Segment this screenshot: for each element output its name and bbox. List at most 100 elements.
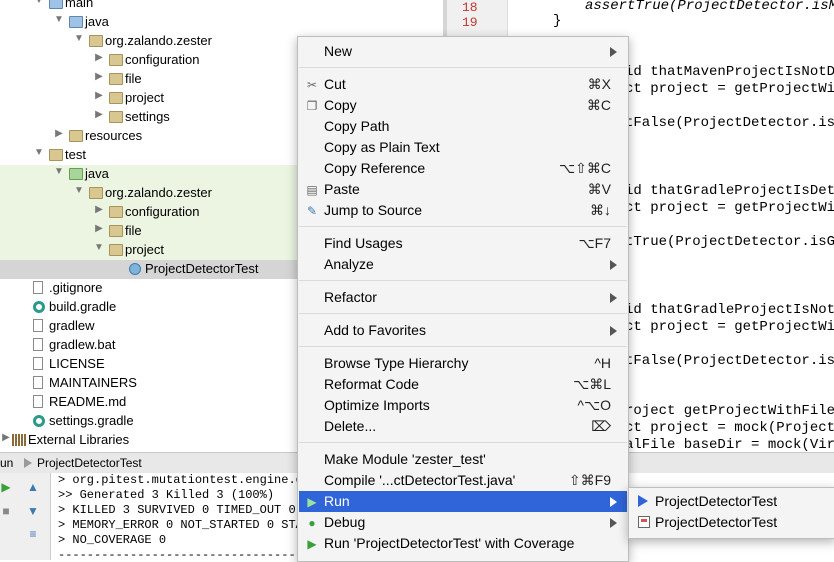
collapsed-arrow-icon[interactable]: ▶ bbox=[93, 204, 105, 215]
menu-item-run[interactable]: ▶ Run bbox=[299, 491, 627, 512]
menu-item-find-usages[interactable]: Find Usages ⌥F7 bbox=[299, 233, 627, 254]
menu-item-label: Optimize Imports bbox=[324, 397, 430, 413]
run-icon: ▶ bbox=[307, 495, 317, 509]
run-submenu-item[interactable]: ProjectDetectorTest bbox=[630, 512, 834, 533]
console-line: > MEMORY_ERROR 0 NOT_STARTED 0 STA bbox=[58, 518, 303, 532]
code-line: roject getProjectWithFileI bbox=[625, 403, 834, 419]
menu-item-new[interactable]: New bbox=[299, 41, 627, 62]
paste-icon: ▤ bbox=[306, 183, 318, 197]
source-folder-icon bbox=[49, 0, 63, 9]
rerun-icon[interactable]: ▶ bbox=[0, 481, 12, 493]
menu-item-label: Reformat Code bbox=[324, 376, 419, 392]
menu-item-shortcut: ⌘V bbox=[587, 181, 611, 197]
up-arrow-icon[interactable]: ▲ bbox=[27, 481, 39, 493]
menu-item-copy-path[interactable]: Copy Path bbox=[299, 116, 627, 137]
menu-item-refactor[interactable]: Refactor bbox=[299, 287, 627, 308]
package-folder-icon bbox=[89, 187, 103, 199]
menu-item-analyze[interactable]: Analyze bbox=[299, 254, 627, 275]
menu-item-reformat-code[interactable]: Reformat Code ⌥⌘L bbox=[299, 374, 627, 395]
menu-item-label: Copy bbox=[324, 97, 357, 113]
debug-icon: ● bbox=[308, 516, 316, 530]
collapsed-arrow-icon[interactable]: ▶ bbox=[93, 90, 105, 101]
tree-row[interactable]: ▼ main bbox=[0, 0, 443, 13]
menu-item-label: Refactor bbox=[324, 289, 377, 305]
menu-item-shortcut: ⌥⇧⌘C bbox=[559, 160, 611, 176]
collapsed-arrow-icon[interactable]: ▶ bbox=[93, 109, 105, 120]
context-menu: New ✂ Cut ⌘X ❐ Copy ⌘C Copy Path Copy as Plain T… bbox=[297, 36, 629, 562]
menu-item-compile-ctdetectortest-java[interactable]: Compile '...ctDetectorTest.java' ⇧⌘F9 bbox=[299, 470, 627, 491]
collapsed-arrow-icon[interactable]: ▶ bbox=[53, 128, 65, 139]
console-line: > KILLED 3 SURVIVED 0 TIMED_OUT 0 bbox=[58, 503, 296, 517]
menu-item-label: Paste bbox=[324, 181, 360, 197]
expanded-arrow-icon[interactable]: ▼ bbox=[53, 14, 65, 25]
tree-row-label: org.zalando.zester bbox=[105, 33, 212, 48]
run-submenu: ProjectDetectorTest ProjectDetectorTest bbox=[628, 487, 834, 539]
submenu-arrow-icon bbox=[610, 497, 617, 507]
menu-item-copy[interactable]: ❐ Copy ⌘C bbox=[299, 95, 627, 116]
code-line: assertTrue(ProjectDetector.isMa bbox=[585, 0, 834, 14]
collapsed-arrow-icon[interactable]: ▶ bbox=[93, 52, 105, 63]
tree-row-label: LICENSE bbox=[49, 356, 105, 371]
menu-separator bbox=[299, 442, 627, 443]
jump-icon: ✎ bbox=[306, 204, 318, 218]
menu-item-label: Compile '...ctDetectorTest.java' bbox=[324, 472, 516, 488]
submenu-arrow-icon bbox=[610, 326, 617, 336]
run-submenu-item[interactable]: ProjectDetectorTest bbox=[630, 491, 834, 512]
menu-item-shortcut: ⌥⌘L bbox=[573, 376, 611, 392]
run-side-toolbar: ▶ ▲ ■ ▼ ≡ bbox=[0, 473, 51, 560]
gradle-icon bbox=[33, 415, 45, 427]
menu-item-label: Copy as Plain Text bbox=[324, 139, 440, 155]
menu-item-label: Delete... bbox=[324, 418, 377, 434]
menu-item-optimize-imports[interactable]: Optimize Imports ^⌥O bbox=[299, 395, 627, 416]
menu-item-copy-reference[interactable]: Copy Reference ⌥⇧⌘C bbox=[299, 158, 627, 179]
menu-separator bbox=[299, 226, 627, 227]
code-line: tTrue(ProjectDetector.isGr bbox=[625, 234, 834, 250]
menu-separator bbox=[299, 313, 627, 314]
menu-item-make-module-zester-test[interactable]: Make Module 'zester_test' bbox=[299, 449, 627, 470]
menu-item-cut[interactable]: ✂ Cut ⌘X bbox=[299, 74, 627, 95]
code-line: ct project = getProjectWit bbox=[625, 200, 834, 216]
coverage-icon: ▶ bbox=[307, 537, 317, 551]
scissors-icon: ✂ bbox=[306, 78, 318, 92]
down-arrow-icon[interactable]: ▼ bbox=[27, 505, 39, 517]
line-number: 18 bbox=[462, 0, 478, 15]
collapsed-arrow-icon[interactable]: ▶ bbox=[0, 432, 12, 443]
tree-row-label: External Libraries bbox=[28, 432, 130, 447]
expanded-arrow-icon[interactable]: ▼ bbox=[53, 166, 65, 177]
test-folder-icon bbox=[69, 168, 83, 180]
wrap-icon[interactable]: ≡ bbox=[27, 528, 39, 540]
expanded-arrow-icon[interactable]: ▼ bbox=[93, 242, 105, 253]
menu-item-debug[interactable]: ● Debug bbox=[299, 512, 627, 533]
menu-item-copy-as-plain-text[interactable]: Copy as Plain Text bbox=[299, 137, 627, 158]
menu-item-add-to-favorites[interactable]: Add to Favorites bbox=[299, 320, 627, 341]
expanded-arrow-icon[interactable]: ▼ bbox=[33, 147, 45, 158]
package-folder-icon bbox=[109, 111, 123, 123]
library-icon bbox=[12, 434, 26, 446]
run-icon bbox=[638, 495, 648, 507]
tree-row-label: README.md bbox=[49, 394, 127, 409]
tree-row-label: file bbox=[125, 223, 142, 238]
menu-item-browse-type-hierarchy[interactable]: Browse Type Hierarchy ^H bbox=[299, 353, 627, 374]
collapsed-arrow-icon[interactable]: ▶ bbox=[93, 223, 105, 234]
file-icon bbox=[33, 357, 43, 370]
file-icon bbox=[33, 395, 43, 408]
menu-item-shortcut: ⌥F7 bbox=[578, 235, 611, 251]
menu-item-shortcut: ^H bbox=[594, 355, 611, 371]
expanded-arrow-icon[interactable]: ▼ bbox=[33, 0, 45, 6]
menu-item-paste[interactable]: ▤ Paste ⌘V bbox=[299, 179, 627, 200]
expanded-arrow-icon[interactable]: ▼ bbox=[73, 185, 85, 196]
expanded-arrow-icon[interactable]: ▼ bbox=[73, 33, 85, 44]
code-line: id thatGradleProjectIsDete bbox=[625, 183, 834, 199]
menu-item-run-projectdetectortest-with-coverage[interactable]: ▶ Run 'ProjectDetectorTest' with Coverage bbox=[299, 533, 627, 554]
file-icon bbox=[33, 376, 43, 389]
code-line: ct project = mock(Project. bbox=[625, 420, 834, 436]
collapsed-arrow-icon[interactable]: ▶ bbox=[93, 71, 105, 82]
menu-item-shortcut: ⌘↓ bbox=[590, 202, 611, 218]
run-tab[interactable]: ProjectDetectorTest bbox=[37, 456, 142, 470]
tree-row[interactable]: ▼ java bbox=[0, 13, 443, 32]
code-line: alFile baseDir = mock(Virt bbox=[625, 437, 834, 453]
menu-item-delete[interactable]: Delete... ⌦ bbox=[299, 416, 627, 437]
menu-item-jump-to-source[interactable]: ✎ Jump to Source ⌘↓ bbox=[299, 200, 627, 221]
code-line: tFalse(ProjectDetector.isM bbox=[625, 115, 834, 131]
stop-icon[interactable]: ■ bbox=[0, 505, 12, 517]
